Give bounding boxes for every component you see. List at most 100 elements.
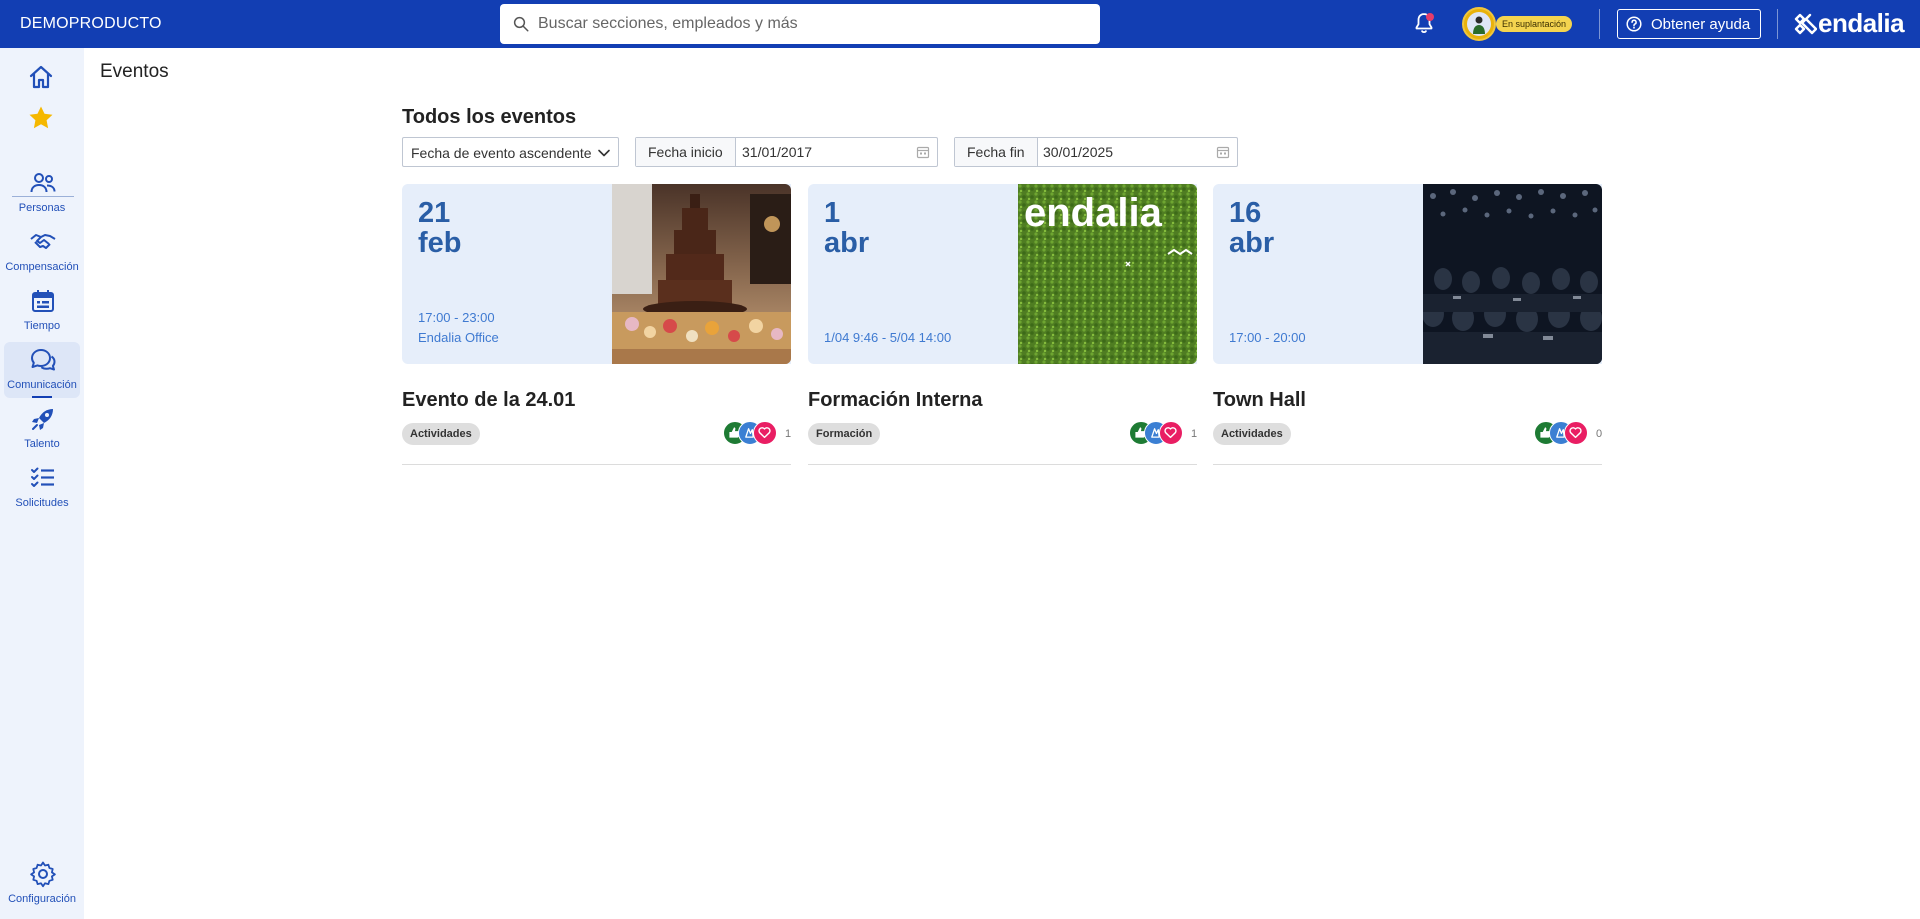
event-card[interactable]: 1 abr 1/04 9:46 - 5/04 14:00 endalia For…	[808, 184, 1197, 466]
event-tag: Actividades	[402, 423, 480, 445]
reaction-love[interactable]	[1564, 421, 1588, 445]
gear-icon	[30, 861, 56, 888]
star-icon[interactable]	[27, 104, 55, 132]
calendar-icon	[32, 290, 54, 312]
endalia-logo[interactable]: endalia	[1793, 8, 1908, 38]
start-date-field: Fecha inicio	[635, 137, 938, 167]
impersonation-badge: En suplantación	[1496, 16, 1573, 32]
reactions-count: 1	[1191, 428, 1198, 440]
divider	[1599, 9, 1600, 39]
end-date-label: Fecha fin	[955, 138, 1038, 166]
page-title: Eventos	[100, 61, 169, 82]
event-month: abr	[1229, 227, 1275, 259]
start-date-label: Fecha inicio	[636, 138, 736, 166]
event-card[interactable]: 21 feb 17:00 - 23:00 Endalia Office Even…	[402, 184, 791, 466]
help-button-label: Obtener ayuda	[1651, 16, 1751, 33]
avatar[interactable]	[1462, 7, 1496, 41]
sidebar-item-solicitudes[interactable]: Solicitudes	[4, 460, 80, 516]
sidebar-item-label: Configuración	[8, 893, 76, 905]
impersonation-user[interactable]: En suplantación	[1462, 7, 1578, 41]
card-divider	[402, 464, 791, 465]
search-icon	[513, 16, 529, 32]
endalia-logo-icon	[1794, 13, 1817, 35]
card-divider	[1213, 464, 1602, 465]
chevron-down-icon	[598, 149, 610, 157]
reactions[interactable]	[723, 421, 777, 445]
user-figure-icon	[1473, 16, 1485, 34]
company-name[interactable]: DEMOPRODUCTO	[20, 15, 162, 33]
sidebar-item-label: Solicitudes	[15, 497, 69, 509]
search-box[interactable]	[500, 4, 1100, 44]
event-image[interactable]	[1423, 184, 1602, 364]
event-month: abr	[824, 227, 870, 259]
heart-icon	[1164, 427, 1177, 439]
heart-icon	[1569, 427, 1582, 439]
event-location: Endalia Office	[418, 330, 499, 345]
event-day: 21	[418, 197, 451, 229]
sort-select-value: Fecha de evento ascendente	[411, 145, 591, 161]
reactions[interactable]	[1534, 421, 1588, 445]
active-indicator	[32, 396, 52, 398]
end-date-field: Fecha fin	[954, 137, 1238, 167]
reaction-love[interactable]	[1159, 421, 1183, 445]
rocket-icon	[32, 409, 53, 430]
divider	[1777, 9, 1778, 39]
start-date-input[interactable]	[742, 138, 902, 166]
event-card[interactable]: 16 abr 17:00 - 20:00 Town Hall Actividad…	[1213, 184, 1602, 466]
sidebar-item-personas[interactable]: Personas	[4, 165, 80, 221]
event-title[interactable]: Town Hall	[1213, 389, 1306, 412]
sort-select[interactable]: Fecha de evento ascendente	[402, 137, 619, 167]
checklist-icon	[31, 467, 54, 487]
event-time: 1/04 9:46 - 5/04 14:00	[824, 330, 952, 345]
sidebar-item-configuracion[interactable]: Configuración	[4, 856, 80, 912]
event-banner[interactable]: 1 abr 1/04 9:46 - 5/04 14:00 endalia	[808, 184, 1197, 364]
sidebar-item-label: Personas	[18, 202, 66, 214]
sidebar-item-talento[interactable]: Talento	[4, 401, 80, 457]
image-logo-text: endalia	[1024, 191, 1163, 235]
reaction-love[interactable]	[753, 421, 777, 445]
heart-icon	[758, 427, 771, 439]
event-image[interactable]	[612, 184, 791, 364]
people-icon	[30, 173, 56, 193]
event-time: 17:00 - 20:00	[1229, 330, 1306, 345]
sidebar-item-label: Compensación	[5, 261, 79, 273]
reactions-count: 1	[785, 428, 792, 440]
notification-dot	[1426, 13, 1434, 21]
home-icon[interactable]	[27, 63, 55, 91]
sidebar-item-compensacion[interactable]: Compensación	[4, 224, 80, 280]
calendar-icon[interactable]	[916, 145, 930, 159]
sidebar-item-tiempo[interactable]: Tiempo	[4, 283, 80, 339]
event-day: 1	[824, 197, 841, 229]
sidebar: Personas Compensación Tiempo Comunicació…	[0, 48, 84, 919]
sidebar-item-label: Comunicación	[7, 379, 77, 391]
calendar-icon[interactable]	[1216, 145, 1230, 159]
section-title: Todos los eventos	[402, 106, 577, 128]
event-banner[interactable]: 21 feb 17:00 - 23:00 Endalia Office	[402, 184, 791, 364]
event-tag: Actividades	[1213, 423, 1291, 445]
sidebar-item-label: Tiempo	[23, 320, 61, 332]
search-input[interactable]	[538, 4, 1088, 44]
help-icon	[1626, 16, 1642, 32]
logo-text: endalia	[1818, 8, 1905, 38]
conference-audience-image	[1423, 184, 1602, 364]
event-title[interactable]: Formación Interna	[808, 389, 982, 412]
reactions-count: 0	[1596, 428, 1603, 440]
event-tag: Formación	[808, 423, 881, 445]
event-title[interactable]: Evento de la 24.01	[402, 389, 575, 412]
help-button[interactable]: Obtener ayuda	[1617, 9, 1761, 39]
endalia-grass-wall-image: endalia	[1018, 184, 1197, 364]
event-banner[interactable]: 16 abr 17:00 - 20:00	[1213, 184, 1602, 364]
event-image[interactable]: endalia	[1018, 184, 1197, 364]
handshake-icon	[30, 234, 56, 249]
top-bar: DEMOPRODUCTO En suplantación Obtener ayu…	[0, 0, 1920, 48]
end-date-input[interactable]	[1043, 138, 1203, 166]
card-divider	[808, 464, 1197, 465]
event-month: feb	[418, 227, 462, 259]
chat-icon	[31, 349, 56, 371]
reactions[interactable]	[1129, 421, 1183, 445]
event-time: 17:00 - 23:00	[418, 310, 495, 325]
sidebar-item-label: Talento	[24, 438, 60, 450]
event-day: 16	[1229, 197, 1262, 229]
chocolate-fountain-image	[612, 184, 791, 364]
sidebar-item-comunicacion[interactable]: Comunicación	[4, 342, 80, 398]
